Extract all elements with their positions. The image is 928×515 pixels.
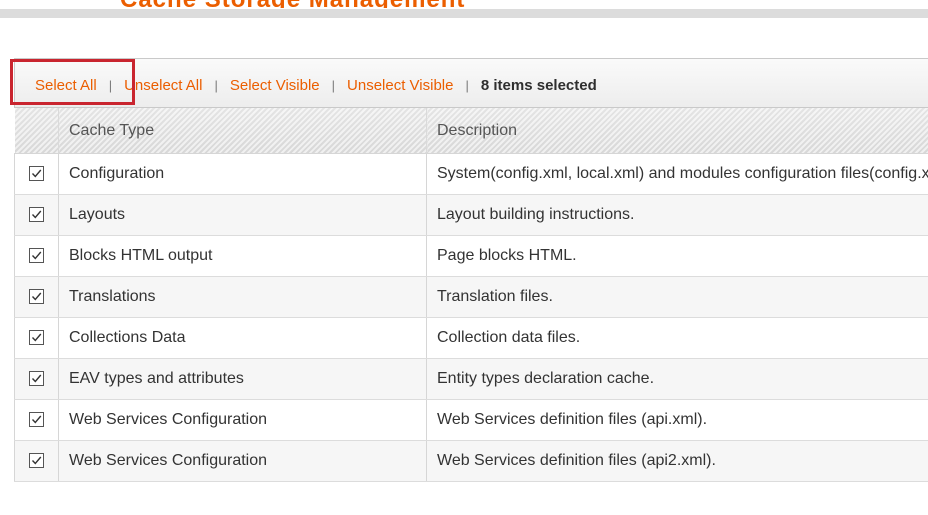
title-divider xyxy=(0,9,928,18)
checkmark-icon xyxy=(31,333,42,342)
row-checkbox[interactable] xyxy=(29,289,44,305)
row-select-cell xyxy=(14,399,59,441)
row-select-cell xyxy=(14,235,59,277)
row-checkbox[interactable] xyxy=(29,207,44,223)
checkmark-icon xyxy=(31,292,42,301)
checkmark-icon xyxy=(31,415,42,424)
page-title: Cache Storage Management xyxy=(120,0,465,8)
massaction-bar: Select All | Unselect All | Select Visib… xyxy=(14,58,928,108)
separator: | xyxy=(108,77,113,93)
description-cell: Layout building instructions. xyxy=(426,194,928,236)
table-row[interactable]: Web Services Configuration Web Services d… xyxy=(14,399,928,441)
table-row[interactable]: Configuration System(config.xml, local.xm… xyxy=(14,153,928,195)
row-select-cell xyxy=(14,153,59,195)
row-select-cell xyxy=(14,317,59,359)
cache-type-cell: EAV types and attributes xyxy=(58,358,427,400)
description-cell: Collection data files. xyxy=(426,317,928,359)
description-cell: Page blocks HTML. xyxy=(426,235,928,277)
cache-type-cell: Web Services Configuration xyxy=(58,399,427,441)
column-header-description[interactable]: Description xyxy=(426,108,928,154)
unselect-visible-link[interactable]: Unselect Visible xyxy=(347,77,453,94)
unselect-all-link[interactable]: Unselect All xyxy=(124,77,202,94)
description-cell: System(config.xml, local.xml) and module… xyxy=(426,153,928,195)
separator: | xyxy=(331,77,336,93)
select-visible-link[interactable]: Select Visible xyxy=(230,77,320,94)
checkmark-icon xyxy=(31,251,42,260)
table-row[interactable]: Web Services Configuration Web Services d… xyxy=(14,440,928,482)
row-select-cell xyxy=(14,440,59,482)
massaction-links: Select All | Unselect All | Select Visib… xyxy=(35,74,597,96)
cache-grid: Cache Type Description Configuration Syst… xyxy=(14,108,928,482)
description-cell: Web Services definition files (api.xml). xyxy=(426,399,928,441)
selected-count-label: 8 items selected xyxy=(481,77,597,94)
row-checkbox[interactable] xyxy=(29,248,44,264)
cache-type-cell: Layouts xyxy=(58,194,427,236)
cache-type-cell: Configuration xyxy=(58,153,427,195)
row-checkbox[interactable] xyxy=(29,330,44,346)
selected-count: 8 xyxy=(480,76,490,94)
table-row[interactable]: Translations Translation files. xyxy=(14,276,928,318)
table-row[interactable]: Blocks HTML output Page blocks HTML. xyxy=(14,235,928,277)
row-checkbox[interactable] xyxy=(29,412,44,428)
selected-suffix: items selected xyxy=(489,76,597,94)
table-row[interactable]: Layouts Layout building instructions. xyxy=(14,194,928,236)
description-cell: Translation files. xyxy=(426,276,928,318)
description-cell: Web Services definition files (api2.xml)… xyxy=(426,440,928,482)
checkmark-icon xyxy=(31,374,42,383)
checkmark-icon xyxy=(31,210,42,219)
checkmark-icon xyxy=(31,169,42,178)
table-row[interactable]: EAV types and attributes Entity types dec… xyxy=(14,358,928,400)
checkmark-icon xyxy=(31,456,42,465)
grid-header-row: Cache Type Description xyxy=(14,108,928,154)
cache-type-cell: Blocks HTML output xyxy=(58,235,427,277)
row-select-cell xyxy=(14,194,59,236)
description-cell: Entity types declaration cache. xyxy=(426,358,928,400)
select-all-link[interactable]: Select All xyxy=(35,77,97,94)
cache-type-cell: Collections Data xyxy=(58,317,427,359)
table-row[interactable]: Collections Data Collection data files. xyxy=(14,317,928,359)
row-select-cell xyxy=(14,276,59,318)
row-select-cell xyxy=(14,358,59,400)
separator: | xyxy=(465,77,469,93)
cache-type-cell: Translations xyxy=(58,276,427,318)
row-checkbox[interactable] xyxy=(29,453,44,469)
column-header-cache-type[interactable]: Cache Type xyxy=(58,108,427,154)
column-header-select xyxy=(14,108,59,154)
separator: | xyxy=(214,77,218,93)
row-checkbox[interactable] xyxy=(29,371,44,387)
row-checkbox[interactable] xyxy=(29,166,44,182)
cache-type-cell: Web Services Configuration xyxy=(58,440,427,482)
